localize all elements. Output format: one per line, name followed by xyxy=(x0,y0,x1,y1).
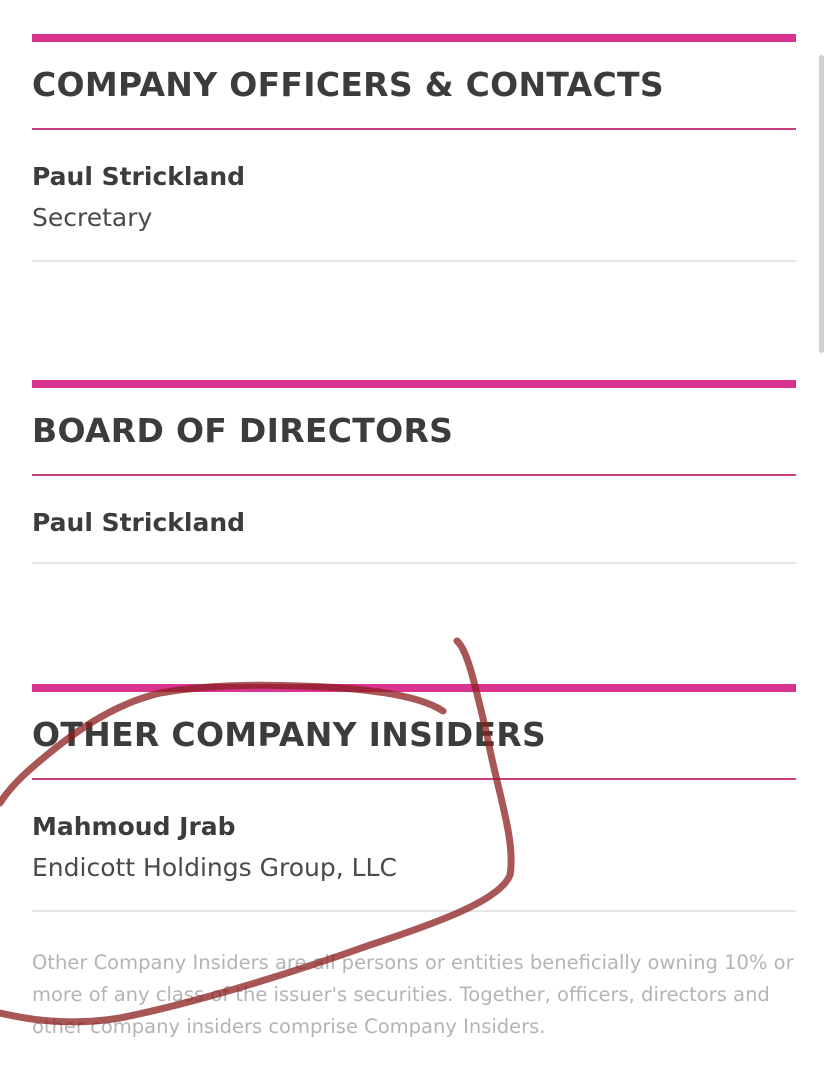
insider-name: Mahmoud Jrab xyxy=(32,812,236,841)
director-entry: Paul Strickland xyxy=(32,476,796,562)
accent-bar xyxy=(32,684,796,692)
section-title-officers: COMPANY OFFICERS & CONTACTS xyxy=(32,65,664,104)
scrollbar-thumb[interactable] xyxy=(819,55,824,353)
board-section: BOARD OF DIRECTORS Paul Strickland xyxy=(32,380,796,564)
director-name: Paul Strickland xyxy=(32,508,246,537)
row-divider xyxy=(32,910,796,912)
insider-entry: Mahmoud Jrab Endicott Holdings Group, LL… xyxy=(32,780,796,910)
officer-name: Paul Strickland xyxy=(32,162,246,191)
officer-entry: Paul Strickland Secretary xyxy=(32,130,796,260)
officers-section: COMPANY OFFICERS & CONTACTS Paul Strickl… xyxy=(32,34,796,262)
section-title-insiders: OTHER COMPANY INSIDERS xyxy=(32,715,547,754)
accent-bar xyxy=(32,34,796,42)
section-title-board: BOARD OF DIRECTORS xyxy=(32,411,454,450)
insiders-section: OTHER COMPANY INSIDERS Mahmoud Jrab Endi… xyxy=(32,684,796,1043)
insiders-footnote: Other Company Insiders are all persons o… xyxy=(32,951,794,1038)
row-divider xyxy=(32,260,796,262)
insider-affiliation: Endicott Holdings Group, LLC xyxy=(32,853,397,882)
row-divider xyxy=(32,562,796,564)
accent-bar xyxy=(32,380,796,388)
officer-role: Secretary xyxy=(32,203,153,232)
